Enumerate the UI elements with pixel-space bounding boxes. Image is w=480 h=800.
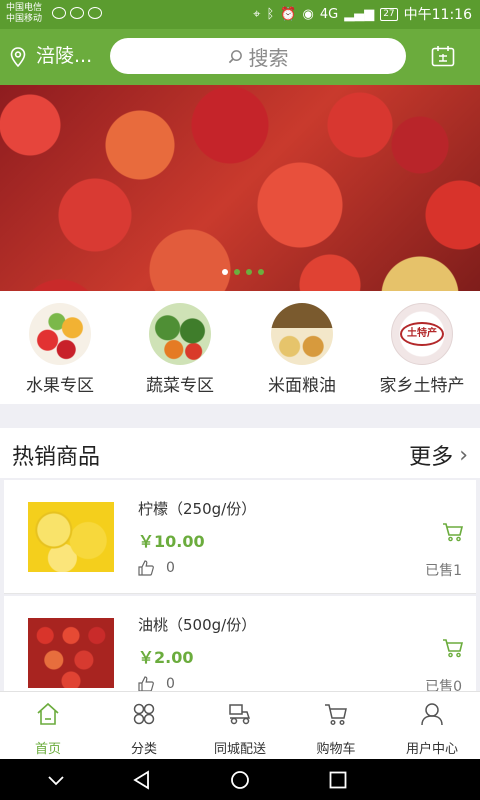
nav-label: 同城配送 <box>213 742 266 757</box>
network-label: 4G <box>319 6 339 22</box>
category-label: 水果专区 <box>26 376 94 396</box>
nav-user[interactable]: 用户中心 <box>384 692 480 759</box>
signal-icon: ▂▄▆ <box>344 6 375 22</box>
carrier-2: 中国移动 <box>6 14 43 24</box>
product-card[interactable]: 油桃（500g/份） ￥2.00 0 已售0 <box>4 596 476 696</box>
product-card[interactable]: 柠檬（250g/份） ￥10.00 0 已售1 <box>4 480 476 594</box>
category-fruit[interactable]: 水果专区 <box>0 303 120 396</box>
sold-count: 已售1 <box>425 563 462 579</box>
chevron-right-icon: › <box>459 442 468 468</box>
banner-dot <box>258 269 264 275</box>
clock: 中午11:16 <box>403 7 472 23</box>
section-title: 热销商品 <box>12 445 101 470</box>
eye-icon: ◉ <box>302 6 314 22</box>
local-specialty-badge: 土特产 <box>400 322 444 346</box>
category-label: 家乡土特产 <box>379 376 465 396</box>
status-bar: 中国电信 中国移动 ⌖ ᛒ ⏰ ◉ 4G ▂▄▆ 27 中午11:16 <box>0 0 480 29</box>
product-image <box>28 502 114 572</box>
chat-icon <box>70 7 84 19</box>
grain-oil-image <box>271 303 333 365</box>
promo-banner[interactable] <box>0 85 480 291</box>
health-icon <box>52 7 66 19</box>
nav-label: 购物车 <box>316 742 356 757</box>
fruit-image <box>29 303 91 365</box>
product-image <box>28 618 114 688</box>
delivery-icon <box>229 704 251 725</box>
carrier-1: 中国电信 <box>6 3 43 13</box>
recent-apps-icon[interactable] <box>327 769 349 791</box>
category-grain-oil[interactable]: 米面粮油 <box>242 303 362 396</box>
notification-icons <box>52 7 102 19</box>
nav-cart[interactable]: 购物车 <box>288 692 384 759</box>
like-count: 0 <box>166 676 175 692</box>
nav-label: 分类 <box>130 742 157 757</box>
search-placeholder: 搜索 <box>248 45 289 70</box>
product-name: 柠檬（250g/份） <box>138 500 257 518</box>
category-grid: 水果专区 蔬菜专区 米面粮油 土特产 家乡土特产 <box>0 291 480 404</box>
cart-icon <box>325 704 347 726</box>
battery-icon: 27 <box>380 7 398 21</box>
hot-products-header: 热销商品 更多 › <box>0 428 480 478</box>
app-header: 涪陵... 搜索 <box>0 29 480 85</box>
status-right: ⌖ ᛒ ⏰ ◉ 4G ▂▄▆ 27 中午11:16 <box>253 4 472 24</box>
nav-label: 用户中心 <box>405 742 458 757</box>
search-icon <box>228 49 242 63</box>
banner-indicator <box>222 269 264 275</box>
local-specialty-image: 土特产 <box>391 303 453 365</box>
nav-home[interactable]: 首页 <box>0 692 96 759</box>
add-to-cart-icon[interactable] <box>442 638 464 658</box>
vegetable-image <box>149 303 211 365</box>
category-vegetable[interactable]: 蔬菜专区 <box>120 303 240 396</box>
system-nav-bar <box>0 759 480 800</box>
like-count: 0 <box>166 560 175 576</box>
nav-delivery[interactable]: 同城配送 <box>192 692 288 759</box>
app-icon <box>88 7 102 19</box>
product-price: ￥2.00 <box>138 648 194 667</box>
location-pin-icon[interactable] <box>10 47 26 67</box>
location-selector[interactable]: 涪陵... <box>36 43 92 69</box>
dropdown-icon[interactable] <box>45 769 67 791</box>
bluetooth-icon: ᛒ <box>266 6 275 22</box>
user-icon <box>421 703 443 726</box>
alarm-icon: ⏰ <box>280 6 297 22</box>
banner-dot <box>246 269 252 275</box>
product-name: 油桃（500g/份） <box>138 616 257 634</box>
add-to-cart-icon[interactable] <box>442 522 464 542</box>
carrier-info: 中国电信 中国移动 <box>6 3 42 25</box>
back-icon[interactable] <box>131 769 153 791</box>
thumbs-up-icon[interactable] <box>138 560 154 576</box>
banner-dot <box>234 269 240 275</box>
banner-dot <box>222 269 228 275</box>
bottom-nav: 首页 分类 同城配送 购物车 用户中心 <box>0 691 480 759</box>
search-input[interactable]: 搜索 <box>110 38 406 74</box>
sign-in-calendar-icon[interactable] <box>431 45 455 67</box>
more-link[interactable]: 更多 › <box>409 439 468 471</box>
nav-label: 首页 <box>34 742 61 757</box>
more-label: 更多 <box>409 445 454 470</box>
location-status-icon: ⌖ <box>253 6 261 22</box>
product-price: ￥10.00 <box>138 532 205 551</box>
home-button-icon[interactable] <box>229 769 251 791</box>
nav-category[interactable]: 分类 <box>96 692 192 759</box>
category-local-specialty[interactable]: 土特产 家乡土特产 <box>362 303 480 396</box>
category-icon <box>133 703 155 725</box>
category-label: 蔬菜专区 <box>146 376 214 396</box>
category-label: 米面粮油 <box>268 376 336 396</box>
home-icon <box>37 702 59 725</box>
thumbs-up-icon[interactable] <box>138 676 154 692</box>
